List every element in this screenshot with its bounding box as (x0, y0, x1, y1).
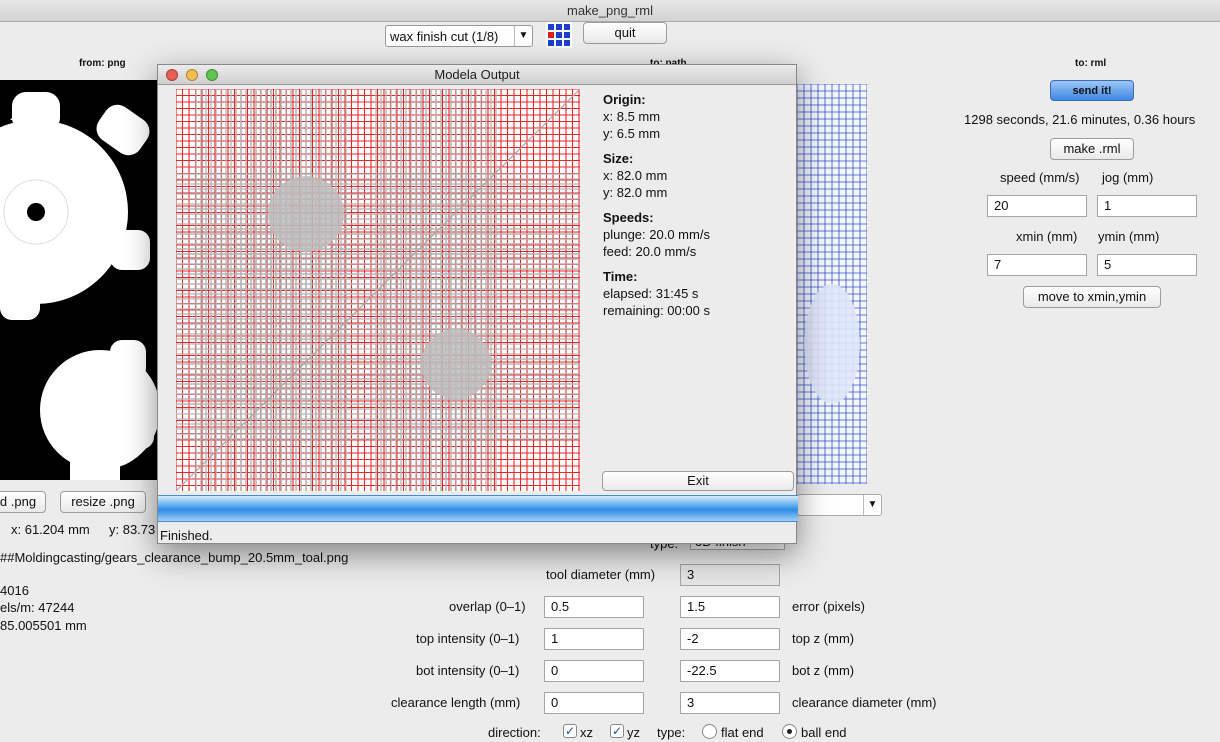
yz-label: yz (627, 725, 640, 740)
select-arrow-icon: ▼ (863, 495, 881, 515)
send-it-button[interactable]: send it! (1050, 80, 1134, 101)
jog-label: jog (mm) (1102, 170, 1154, 185)
type-select-right-edge[interactable]: ▼ (797, 494, 882, 516)
xmin-input[interactable]: 7 (987, 254, 1087, 276)
overlap-input[interactable]: 0.5 (544, 596, 644, 618)
modela-output-dialog: Modela Output Origin: x: 8.5 mm y: 6.5 m… (157, 64, 798, 544)
top-z-input[interactable]: -2 (680, 628, 780, 650)
image-info-3: 85.005501 mm (0, 618, 87, 633)
minimize-icon[interactable] (186, 69, 198, 81)
bot-z-label: bot z (mm) (792, 663, 855, 678)
plunge-speed: plunge: 20.0 mm/s (603, 227, 710, 242)
move-to-xmin-ymin-button[interactable]: move to xmin,ymin (1023, 286, 1161, 308)
direction-label: direction: (488, 725, 541, 740)
ball-end-radio[interactable] (782, 724, 797, 739)
load-png-button[interactable]: d .png (0, 491, 46, 513)
clearance-diameter-input[interactable]: 3 (680, 692, 780, 714)
resize-png-button[interactable]: resize .png (60, 491, 146, 513)
overlap-label: overlap (0–1) (449, 599, 526, 614)
size-y: y: 82.0 mm (603, 185, 668, 200)
job-time-text: 1298 seconds, 21.6 minutes, 0.36 hours (964, 112, 1196, 127)
file-path: ##Moldingcasting/gears_clearance_bump_20… (0, 550, 349, 565)
make-rml-button[interactable]: make .rml (1050, 138, 1134, 160)
image-info-2: els/m: 47244 (0, 600, 75, 615)
ymin-label: ymin (mm) (1098, 229, 1160, 244)
time-heading: Time: (603, 269, 638, 284)
process-select[interactable]: wax finish cut (1/8) ▼ (385, 25, 533, 47)
jog-input[interactable]: 1 (1097, 195, 1197, 217)
from-png-heading: from: png (79, 58, 126, 69)
coords-x: x: 61.204 mm (11, 522, 90, 537)
path-preview (797, 84, 867, 484)
top-intensity-label: top intensity (0–1) (416, 631, 520, 646)
xz-checkbox[interactable]: ✓ (563, 724, 577, 738)
top-intensity-input[interactable]: 1 (544, 628, 644, 650)
grid-dots-icon[interactable] (546, 22, 572, 48)
origin-heading: Origin: (603, 92, 646, 107)
tool-diameter-label: tool diameter (mm) (546, 567, 656, 582)
flat-end-label: flat end (721, 725, 764, 740)
zoom-icon[interactable] (206, 69, 218, 81)
remaining-time: remaining: 00:00 s (603, 303, 710, 318)
clearance-diameter-label: clearance diameter (mm) (792, 695, 937, 710)
yz-checkbox[interactable]: ✓ (610, 724, 624, 738)
xz-label: xz (580, 725, 593, 740)
select-arrow-icon: ▼ (514, 26, 532, 46)
speed-input[interactable]: 20 (987, 195, 1087, 217)
xmin-label: xmin (mm) (1016, 229, 1078, 244)
error-label: error (pixels) (792, 599, 865, 614)
image-info-1: 4016 (0, 583, 29, 598)
bot-z-input[interactable]: -22.5 (680, 660, 780, 682)
elapsed-time: elapsed: 31:45 s (603, 286, 699, 301)
origin-y: y: 6.5 mm (603, 126, 661, 141)
size-x: x: 82.0 mm (603, 168, 668, 183)
toolpath-canvas (176, 89, 580, 491)
clearance-length-label: clearance length (mm) (391, 695, 521, 710)
process-select-value: wax finish cut (1/8) (390, 29, 499, 44)
dialog-status: Finished. (160, 528, 213, 543)
dialog-info-panel: Origin: x: 8.5 mm y: 6.5 mm Size: x: 82.… (603, 91, 710, 319)
png-gear-image (0, 80, 157, 480)
window-title: make_png_rml (567, 3, 653, 18)
dialog-title: Modela Output (434, 67, 520, 82)
error-input[interactable]: 1.5 (680, 596, 780, 618)
flat-end-radio[interactable] (702, 724, 717, 739)
bot-intensity-input[interactable]: 0 (544, 660, 644, 682)
ball-end-label: ball end (801, 725, 847, 740)
bot-intensity-label: bot intensity (0–1) (416, 663, 520, 678)
coords-y: y: 83.73 (109, 522, 156, 537)
clearance-length-input[interactable]: 0 (544, 692, 644, 714)
feed-speed: feed: 20.0 mm/s (603, 244, 697, 259)
ymin-input[interactable]: 5 (1097, 254, 1197, 276)
origin-x: x: 8.5 mm (603, 109, 661, 124)
size-heading: Size: (603, 151, 634, 166)
close-icon[interactable] (166, 69, 178, 81)
window-titlebar: make_png_rml (0, 0, 1220, 22)
type2-label: type: (657, 725, 686, 740)
top-z-label: top z (mm) (792, 631, 855, 646)
dialog-titlebar: Modela Output (158, 65, 796, 85)
exit-button[interactable]: Exit (602, 471, 794, 491)
tool-diameter-input[interactable]: 3 (680, 564, 780, 586)
to-rml-heading: to: rml (1075, 58, 1107, 69)
speeds-heading: Speeds: (603, 210, 654, 225)
progress-bar (158, 495, 798, 522)
speed-label: speed (mm/s) (1000, 170, 1080, 185)
quit-button[interactable]: quit (583, 22, 667, 44)
